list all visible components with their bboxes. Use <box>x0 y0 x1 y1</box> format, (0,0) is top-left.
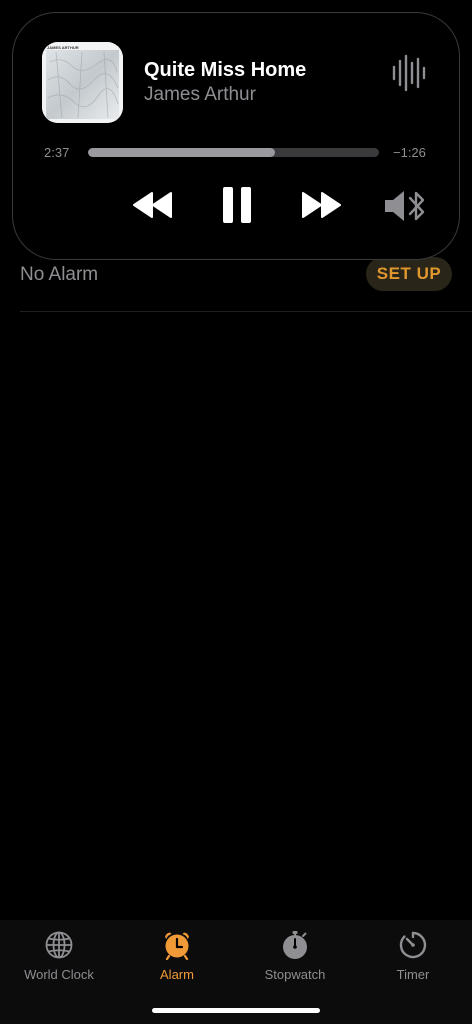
tab-timer[interactable]: Timer <box>354 920 472 992</box>
tab-label-world-clock: World Clock <box>24 967 94 982</box>
artwork-caption: JAMES ARTHUR <box>47 45 79 50</box>
elapsed-time: 2:37 <box>44 145 70 160</box>
audio-output-button[interactable] <box>383 188 429 224</box>
stopwatch-icon <box>283 931 307 959</box>
pause-button[interactable] <box>221 185 253 225</box>
song-artist: James Arthur <box>144 84 256 105</box>
fast-forward-icon <box>302 192 341 218</box>
speaker-bluetooth-icon <box>385 191 425 221</box>
home-indicator[interactable] <box>152 1008 320 1013</box>
pause-icon <box>223 187 251 223</box>
no-alarm-label: No Alarm <box>20 264 99 285</box>
song-title: Quite Miss Home <box>144 59 307 81</box>
alarm-clock-icon <box>165 932 189 960</box>
rewind-icon <box>133 192 172 218</box>
globe-icon <box>45 931 73 959</box>
setup-button[interactable]: SET UP <box>366 257 452 291</box>
rewind-button[interactable] <box>133 191 173 219</box>
tab-label-alarm: Alarm <box>160 967 194 982</box>
tab-label-timer: Timer <box>396 967 430 982</box>
timer-icon <box>399 931 427 959</box>
tab-stopwatch[interactable]: Stopwatch <box>236 920 354 992</box>
playback-scrubber[interactable] <box>88 148 379 157</box>
fast-forward-button[interactable] <box>301 191 341 219</box>
tab-label-stopwatch: Stopwatch <box>264 967 326 982</box>
waveform-icon[interactable] <box>391 53 427 93</box>
playback-progress <box>88 148 276 157</box>
now-playing-card[interactable]: JAMES ARTHUR Quite Miss Home James Arthu… <box>12 12 460 260</box>
album-artwork[interactable]: JAMES ARTHUR <box>42 42 123 123</box>
tab-world-clock[interactable]: World Clock <box>0 920 118 992</box>
divider <box>20 311 472 312</box>
remaining-time: −1:26 <box>393 145 426 160</box>
tab-alarm[interactable]: Alarm <box>118 920 236 992</box>
artwork-image <box>42 42 123 123</box>
